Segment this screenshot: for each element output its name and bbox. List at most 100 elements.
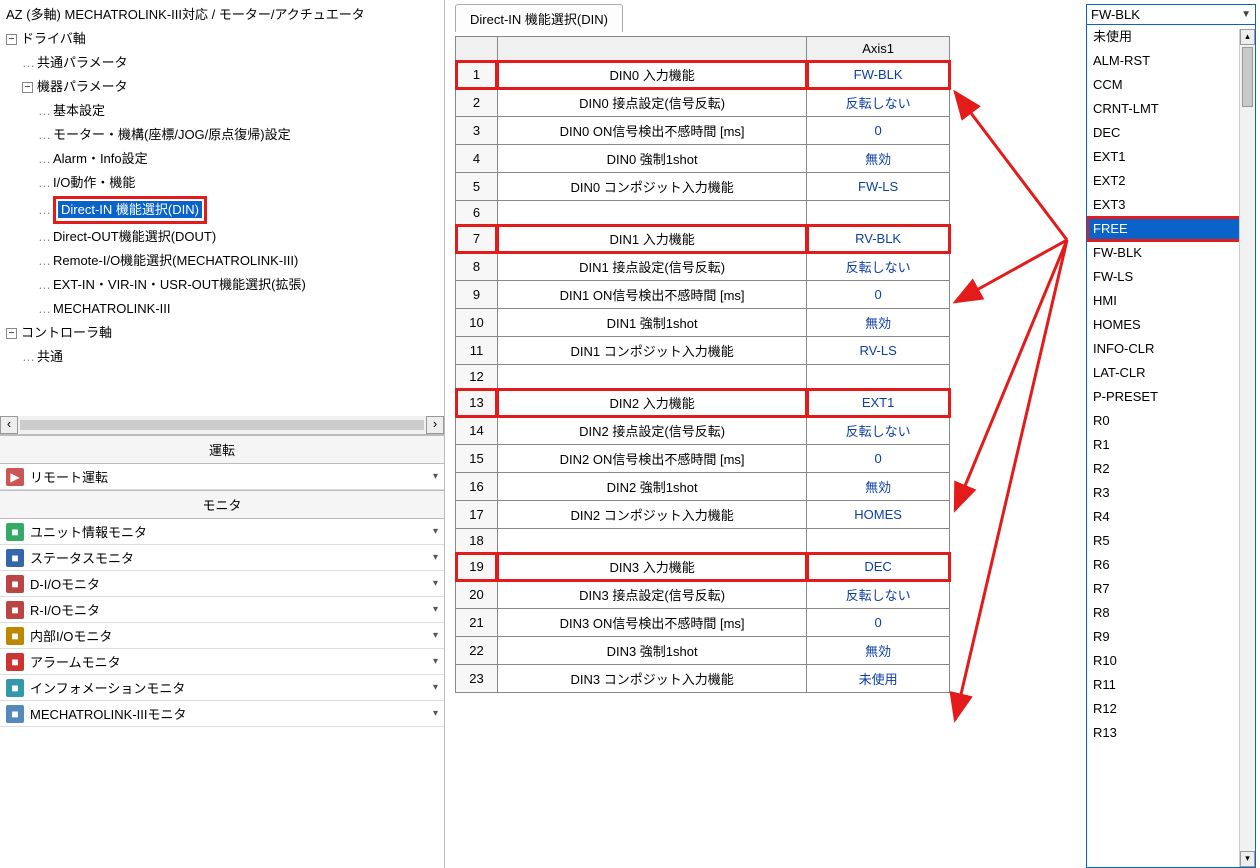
dropdown-option[interactable]: R3 — [1087, 481, 1255, 505]
row-value[interactable]: 反転しない — [807, 253, 950, 281]
row-value[interactable]: 未使用 — [807, 665, 950, 693]
dropdown-option[interactable]: DEC — [1087, 121, 1255, 145]
tree-controller-common[interactable]: 共通 — [37, 349, 63, 364]
table-row[interactable]: 19DIN3 入力機能DEC — [456, 553, 950, 581]
row-value[interactable]: RV-BLK — [807, 225, 950, 253]
table-row[interactable]: 1DIN0 入力機能FW-BLK — [456, 61, 950, 89]
table-row[interactable]: 22DIN3 強制1shot無効 — [456, 637, 950, 665]
dropdown-option[interactable]: R12 — [1087, 697, 1255, 721]
row-value[interactable]: 0 — [807, 117, 950, 145]
dropdown-option[interactable]: LAT-CLR — [1087, 361, 1255, 385]
table-row[interactable]: 18 — [456, 529, 950, 553]
table-row[interactable]: 13DIN2 入力機能EXT1 — [456, 389, 950, 417]
dropdown-list[interactable]: 未使用ALM-RSTCCMCRNT-LMTDECEXT1EXT2EXT3FREE… — [1087, 25, 1255, 867]
dropdown-option[interactable]: EXT1 — [1087, 145, 1255, 169]
tree-hscroll[interactable]: ‹ › — [0, 416, 444, 434]
tree-root[interactable]: AZ (多軸) MECHATROLINK-III対応 / モーター/アクチュエー… — [4, 3, 440, 27]
row-value[interactable]: RV-LS — [807, 337, 950, 365]
row-value[interactable]: 無効 — [807, 309, 950, 337]
expander-icon[interactable]: − — [6, 34, 17, 45]
scroll-left-button[interactable]: ‹ — [0, 416, 18, 434]
tree-item-selected[interactable]: Direct-IN 機能選択(DIN) — [58, 201, 202, 218]
dropdown-option[interactable]: R8 — [1087, 601, 1255, 625]
row-value[interactable]: 0 — [807, 445, 950, 473]
dropdown-option[interactable]: CRNT-LMT — [1087, 97, 1255, 121]
table-row[interactable]: 4DIN0 強制1shot無効 — [456, 145, 950, 173]
scroll-thumb[interactable] — [1242, 47, 1253, 107]
dropdown-option[interactable]: R13 — [1087, 721, 1255, 745]
table-row[interactable]: 21DIN3 ON信号検出不感時間 [ms]0 — [456, 609, 950, 637]
table-row[interactable]: 9DIN1 ON信号検出不感時間 [ms]0 — [456, 281, 950, 309]
row-value[interactable] — [807, 529, 950, 553]
scroll-right-button[interactable]: › — [426, 416, 444, 434]
monitor-item[interactable]: ■R-I/Oモニタ▾ — [0, 597, 444, 623]
remote-operation-item[interactable]: ▶ リモート運転 ▾ — [0, 464, 444, 490]
dropdown-current[interactable]: FW-BLK ▼ — [1087, 5, 1255, 25]
tree-driver-axis[interactable]: ドライバ軸 — [21, 31, 86, 46]
table-row[interactable]: 2DIN0 接点設定(信号反転)反転しない — [456, 89, 950, 117]
scroll-up-button[interactable]: ▴ — [1240, 29, 1255, 45]
table-row[interactable]: 12 — [456, 365, 950, 389]
dropdown-option[interactable]: R1 — [1087, 433, 1255, 457]
dropdown-option[interactable]: R6 — [1087, 553, 1255, 577]
tree-item[interactable]: MECHATROLINK-III — [53, 301, 171, 316]
scroll-thumb[interactable] — [20, 420, 424, 430]
row-value[interactable] — [807, 365, 950, 389]
dropdown-option[interactable]: R11 — [1087, 673, 1255, 697]
row-value[interactable]: 0 — [807, 281, 950, 309]
row-value[interactable]: DEC — [807, 553, 950, 581]
table-row[interactable]: 8DIN1 接点設定(信号反転)反転しない — [456, 253, 950, 281]
monitor-item[interactable]: ■インフォメーションモニタ▾ — [0, 675, 444, 701]
table-row[interactable]: 11DIN1 コンポジット入力機能RV-LS — [456, 337, 950, 365]
tree-item[interactable]: Alarm・Info設定 — [53, 151, 148, 166]
row-value[interactable]: 0 — [807, 609, 950, 637]
tree-controller-axis[interactable]: コントローラ軸 — [21, 325, 112, 340]
tree-item[interactable]: Direct-OUT機能選択(DOUT) — [53, 229, 216, 244]
dropdown-option[interactable]: ALM-RST — [1087, 49, 1255, 73]
monitor-item[interactable]: ■内部I/Oモニタ▾ — [0, 623, 444, 649]
monitor-item[interactable]: ■ステータスモニタ▾ — [0, 545, 444, 571]
table-row[interactable]: 16DIN2 強制1shot無効 — [456, 473, 950, 501]
monitor-item[interactable]: ■D-I/Oモニタ▾ — [0, 571, 444, 597]
row-value[interactable]: EXT1 — [807, 389, 950, 417]
row-value[interactable]: 無効 — [807, 473, 950, 501]
tree-item[interactable]: 基本設定 — [53, 103, 105, 118]
dropdown-option[interactable]: R5 — [1087, 529, 1255, 553]
dropdown-option[interactable]: P-PRESET — [1087, 385, 1255, 409]
tree-item[interactable]: Remote-I/O機能選択(MECHATROLINK-III) — [53, 253, 298, 268]
row-value[interactable]: FW-BLK — [807, 61, 950, 89]
tree-device-param[interactable]: 機器パラメータ — [37, 79, 128, 94]
row-value[interactable]: 反転しない — [807, 89, 950, 117]
table-row[interactable]: 23DIN3 コンポジット入力機能未使用 — [456, 665, 950, 693]
scroll-down-button[interactable]: ▾ — [1240, 851, 1255, 867]
row-value[interactable]: 反転しない — [807, 417, 950, 445]
row-value[interactable] — [807, 201, 950, 225]
row-value[interactable]: 無効 — [807, 637, 950, 665]
dropdown-option[interactable]: R4 — [1087, 505, 1255, 529]
table-row[interactable]: 6 — [456, 201, 950, 225]
monitor-item[interactable]: ■MECHATROLINK-IIIモニタ▾ — [0, 701, 444, 727]
tree-item[interactable]: EXT-IN・VIR-IN・USR-OUT機能選択(拡張) — [53, 277, 306, 292]
dropdown-option[interactable]: EXT2 — [1087, 169, 1255, 193]
table-row[interactable]: 20DIN3 接点設定(信号反転)反転しない — [456, 581, 950, 609]
table-row[interactable]: 3DIN0 ON信号検出不感時間 [ms]0 — [456, 117, 950, 145]
expander-icon[interactable]: − — [6, 328, 17, 339]
tree-item[interactable]: I/O動作・機能 — [53, 175, 135, 190]
dropdown-scrollbar[interactable]: ▴ ▾ — [1239, 29, 1255, 867]
dropdown-option[interactable]: R0 — [1087, 409, 1255, 433]
row-value[interactable]: 無効 — [807, 145, 950, 173]
table-row[interactable]: 14DIN2 接点設定(信号反転)反転しない — [456, 417, 950, 445]
monitor-item[interactable]: ■ユニット情報モニタ▾ — [0, 519, 444, 545]
dropdown-option[interactable]: R9 — [1087, 625, 1255, 649]
table-row[interactable]: 15DIN2 ON信号検出不感時間 [ms]0 — [456, 445, 950, 473]
dropdown-option[interactable]: INFO-CLR — [1087, 337, 1255, 361]
dropdown-option[interactable]: CCM — [1087, 73, 1255, 97]
tree-item[interactable]: モーター・機構(座標/JOG/原点復帰)設定 — [53, 127, 291, 142]
dropdown-option[interactable]: HMI — [1087, 289, 1255, 313]
table-row[interactable]: 7DIN1 入力機能RV-BLK — [456, 225, 950, 253]
tree-common-param[interactable]: 共通パラメータ — [37, 55, 128, 70]
dropdown-option[interactable]: R7 — [1087, 577, 1255, 601]
dropdown-option[interactable]: FW-LS — [1087, 265, 1255, 289]
expander-icon[interactable]: − — [22, 82, 33, 93]
parameter-tree[interactable]: AZ (多軸) MECHATROLINK-III対応 / モーター/アクチュエー… — [0, 0, 444, 435]
